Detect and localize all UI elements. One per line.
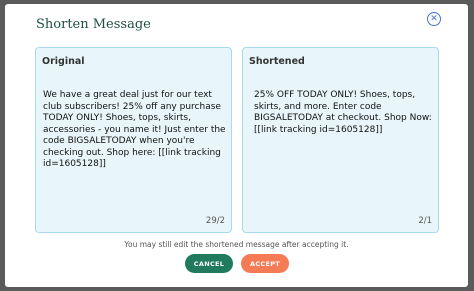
original-label: Original (42, 56, 85, 67)
shortened-segment-counter: 2/1 (418, 216, 432, 226)
edit-note: You may still edit the shortened message… (124, 240, 349, 249)
original-message-panel: Original We have a great deal just for o… (35, 47, 232, 233)
original-segment-counter: 29/2 (205, 216, 225, 226)
original-message-text: We have a great deal just for our text c… (43, 90, 226, 169)
shorten-message-modal: Shorten Message ✕ Original We have a gre… (5, 4, 468, 287)
accept-button[interactable]: ACCEPT (241, 254, 289, 273)
modal-title: Shorten Message (36, 17, 151, 32)
close-icon: ✕ (430, 13, 438, 24)
shortened-label: Shortened (249, 56, 305, 67)
close-button[interactable]: ✕ (427, 12, 441, 26)
shortened-message-text[interactable]: 25% OFF TODAY ONLY! Shoes, tops, skirts,… (254, 90, 434, 136)
shortened-message-panel[interactable]: Shortened 25% OFF TODAY ONLY! Shoes, top… (242, 47, 439, 233)
cancel-button[interactable]: CANCEL (185, 254, 233, 273)
